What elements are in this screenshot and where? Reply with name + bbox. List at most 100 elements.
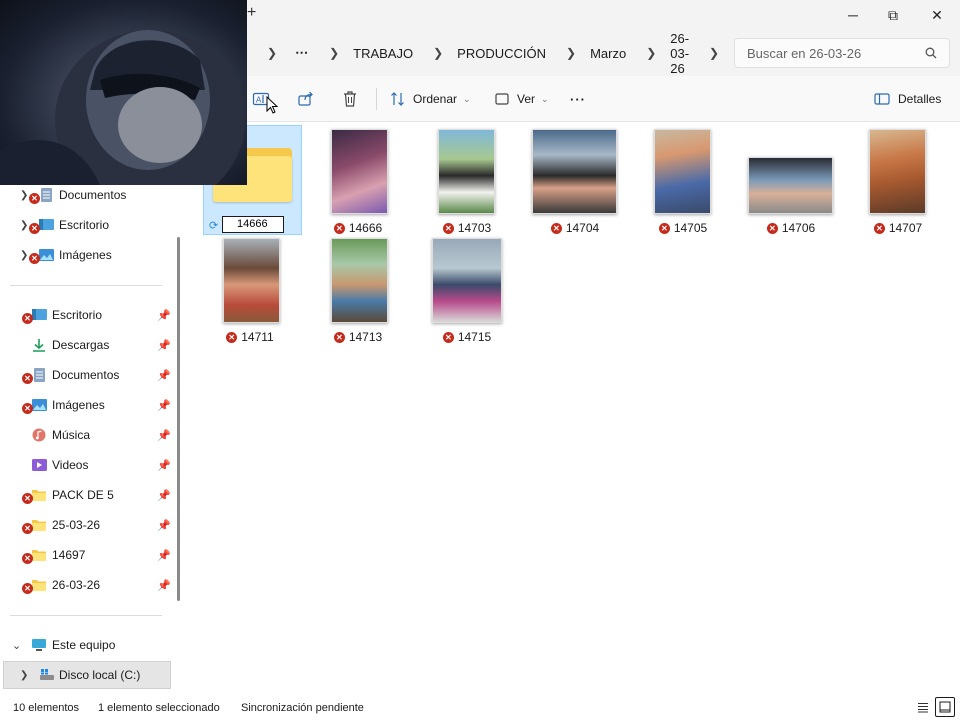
chevron-right-icon[interactable]: ❯ bbox=[329, 46, 339, 60]
quick-access-descargas[interactable]: Descargas 📌 bbox=[0, 331, 176, 359]
pin-icon[interactable]: 📌 bbox=[157, 549, 171, 562]
pin-icon[interactable]: 📌 bbox=[157, 309, 171, 322]
breadcrumb-26-03-26[interactable]: 26-03-26 bbox=[670, 31, 689, 76]
pictures-icon bbox=[32, 399, 47, 411]
large-icons-view-button[interactable] bbox=[935, 697, 955, 717]
details-pane-icon bbox=[874, 93, 890, 105]
pin-icon[interactable]: 📌 bbox=[157, 339, 171, 352]
breadcrumb-overflow[interactable]: ⋯ bbox=[295, 45, 309, 61]
quick-access-documentos[interactable]: ✕ Documentos 📌 bbox=[0, 361, 176, 389]
sync-status: Sincronización pendiente bbox=[241, 702, 364, 714]
nav-scrollbar[interactable] bbox=[177, 237, 180, 601]
quick-access-imagenes[interactable]: ✕ Imágenes 📌 bbox=[0, 391, 176, 419]
chevron-right-icon[interactable]: ❯ bbox=[433, 46, 443, 60]
view-icon bbox=[495, 93, 509, 105]
document-icon bbox=[41, 188, 52, 202]
file-caption: ✕ 14706 bbox=[743, 221, 839, 235]
search-input[interactable]: Buscar en 26-03-26 bbox=[734, 38, 950, 68]
file-item[interactable]: ✕ 14704 bbox=[527, 128, 623, 235]
file-item[interactable]: ✕ 14703 bbox=[419, 128, 515, 235]
sync-error-icon: ✕ bbox=[22, 553, 33, 564]
sync-error-icon: ✕ bbox=[22, 493, 33, 504]
file-name: 14703 bbox=[457, 221, 492, 235]
pictures-icon bbox=[39, 249, 54, 261]
nav-item-label: Música bbox=[52, 428, 91, 442]
restore-button[interactable]: ⧉ bbox=[870, 0, 916, 30]
quick-access-escritorio[interactable]: ✕ Escritorio 📌 bbox=[0, 301, 176, 329]
file-name: 14713 bbox=[348, 330, 383, 344]
quick-access-25-03-26[interactable]: ✕ 25-03-26 📌 bbox=[0, 511, 176, 539]
details-label: Detalles bbox=[898, 92, 942, 106]
restore-icon: ⧉ bbox=[888, 6, 898, 23]
close-button[interactable]: ✕ bbox=[914, 0, 960, 30]
document-icon bbox=[34, 368, 45, 382]
sync-error-icon: ✕ bbox=[333, 331, 345, 343]
details-button[interactable]: Detalles bbox=[874, 76, 941, 122]
new-tab-button[interactable]: + bbox=[247, 4, 256, 22]
file-item[interactable]: ✕ 14707 bbox=[850, 128, 946, 235]
delete-button[interactable] bbox=[342, 76, 358, 122]
drive-icon bbox=[40, 669, 54, 680]
chevron-down-icon[interactable]: ⌄ bbox=[12, 639, 21, 652]
more-options-button[interactable]: ··· bbox=[570, 76, 586, 122]
folder-icon bbox=[32, 520, 46, 531]
file-item[interactable]: ✕ 14711 bbox=[202, 237, 298, 344]
nav-item-este-equipo[interactable]: ⌄ Este equipo bbox=[0, 631, 176, 659]
pin-icon[interactable]: 📌 bbox=[157, 519, 171, 532]
chevron-right-icon[interactable]: ❯ bbox=[267, 46, 277, 60]
rename-button[interactable]: A bbox=[252, 76, 280, 122]
pin-icon[interactable]: 📌 bbox=[157, 369, 171, 382]
sync-error-icon: ✕ bbox=[226, 331, 238, 343]
breadcrumb[interactable]: ❯ ⋯ ❯ TRABAJO ❯ PRODUCCIÓN ❯ Marzo ❯ 26-… bbox=[247, 31, 719, 76]
nav-item-disco-local[interactable]: ❯ Disco local (C:) bbox=[3, 661, 171, 689]
file-item[interactable]: ✕ 14705 bbox=[635, 128, 731, 235]
chevron-right-icon[interactable]: ❯ bbox=[566, 46, 576, 60]
quick-access-videos[interactable]: Videos 📌 bbox=[0, 451, 176, 479]
breadcrumb-trabajo[interactable]: TRABAJO bbox=[353, 46, 413, 61]
pin-icon[interactable]: 📌 bbox=[157, 399, 171, 412]
file-caption: ✕ 14711 bbox=[202, 330, 298, 344]
nav-item-documentos[interactable]: ❯ ✕ Documentos bbox=[0, 181, 176, 209]
file-item[interactable]: ✕ 14713 bbox=[310, 237, 406, 344]
file-caption: ✕ 14666 bbox=[310, 221, 406, 235]
folder-icon bbox=[32, 490, 46, 501]
nav-item-escritorio[interactable]: ❯ ✕ Escritorio bbox=[0, 211, 176, 239]
chevron-right-icon[interactable]: ❯ bbox=[709, 46, 719, 60]
file-item[interactable]: ✕ 14715 bbox=[419, 237, 515, 344]
download-icon bbox=[33, 339, 45, 352]
image-thumbnail bbox=[532, 129, 617, 214]
pin-icon[interactable]: 📌 bbox=[157, 579, 171, 592]
file-item[interactable]: ✕ 14706 bbox=[743, 128, 839, 235]
selection-count: 1 elemento seleccionado bbox=[98, 702, 220, 714]
chevron-right-icon[interactable]: ❯ bbox=[20, 250, 28, 261]
chevron-right-icon[interactable]: ❯ bbox=[20, 190, 28, 201]
pin-icon[interactable]: 📌 bbox=[157, 489, 171, 502]
quick-access-26-03-26[interactable]: ✕ 26-03-26 📌 bbox=[0, 571, 176, 599]
sort-button[interactable]: Ordenar ⌄ bbox=[390, 76, 471, 122]
breadcrumb-produccion[interactable]: PRODUCCIÓN bbox=[457, 46, 546, 61]
quick-access-pack-de-5[interactable]: ✕ PACK DE 5 📌 bbox=[0, 481, 176, 509]
breadcrumb-marzo[interactable]: Marzo bbox=[590, 46, 626, 61]
sync-error-icon: ✕ bbox=[658, 222, 670, 234]
quick-access-14697[interactable]: ✕ 14697 📌 bbox=[0, 541, 176, 569]
image-thumbnail bbox=[223, 238, 280, 323]
image-thumbnail bbox=[331, 129, 388, 214]
pin-icon[interactable]: 📌 bbox=[157, 459, 171, 472]
nav-item-label: Documentos bbox=[52, 368, 120, 382]
nav-item-label: Disco local (C:) bbox=[59, 668, 141, 682]
chevron-right-icon[interactable]: ❯ bbox=[646, 46, 656, 60]
sync-error-icon: ✕ bbox=[442, 331, 454, 343]
nav-item-imagenes[interactable]: ❯ ✕ Imágenes bbox=[0, 241, 176, 269]
pin-icon[interactable]: 📌 bbox=[157, 429, 171, 442]
share-button[interactable] bbox=[297, 76, 315, 122]
file-item[interactable]: ✕ 14666 bbox=[310, 128, 406, 235]
quick-access-musica[interactable]: Música 📌 bbox=[0, 421, 176, 449]
chevron-right-icon[interactable]: ❯ bbox=[20, 670, 28, 681]
sync-error-icon: ✕ bbox=[22, 583, 33, 594]
view-button[interactable]: Ver ⌄ bbox=[495, 76, 549, 122]
chevron-right-icon[interactable]: ❯ bbox=[20, 220, 28, 231]
details-view-button[interactable] bbox=[913, 697, 933, 717]
rename-input[interactable]: 14666 bbox=[222, 216, 284, 233]
chevron-down-icon: ⌄ bbox=[541, 93, 549, 104]
file-name: 14707 bbox=[888, 221, 923, 235]
